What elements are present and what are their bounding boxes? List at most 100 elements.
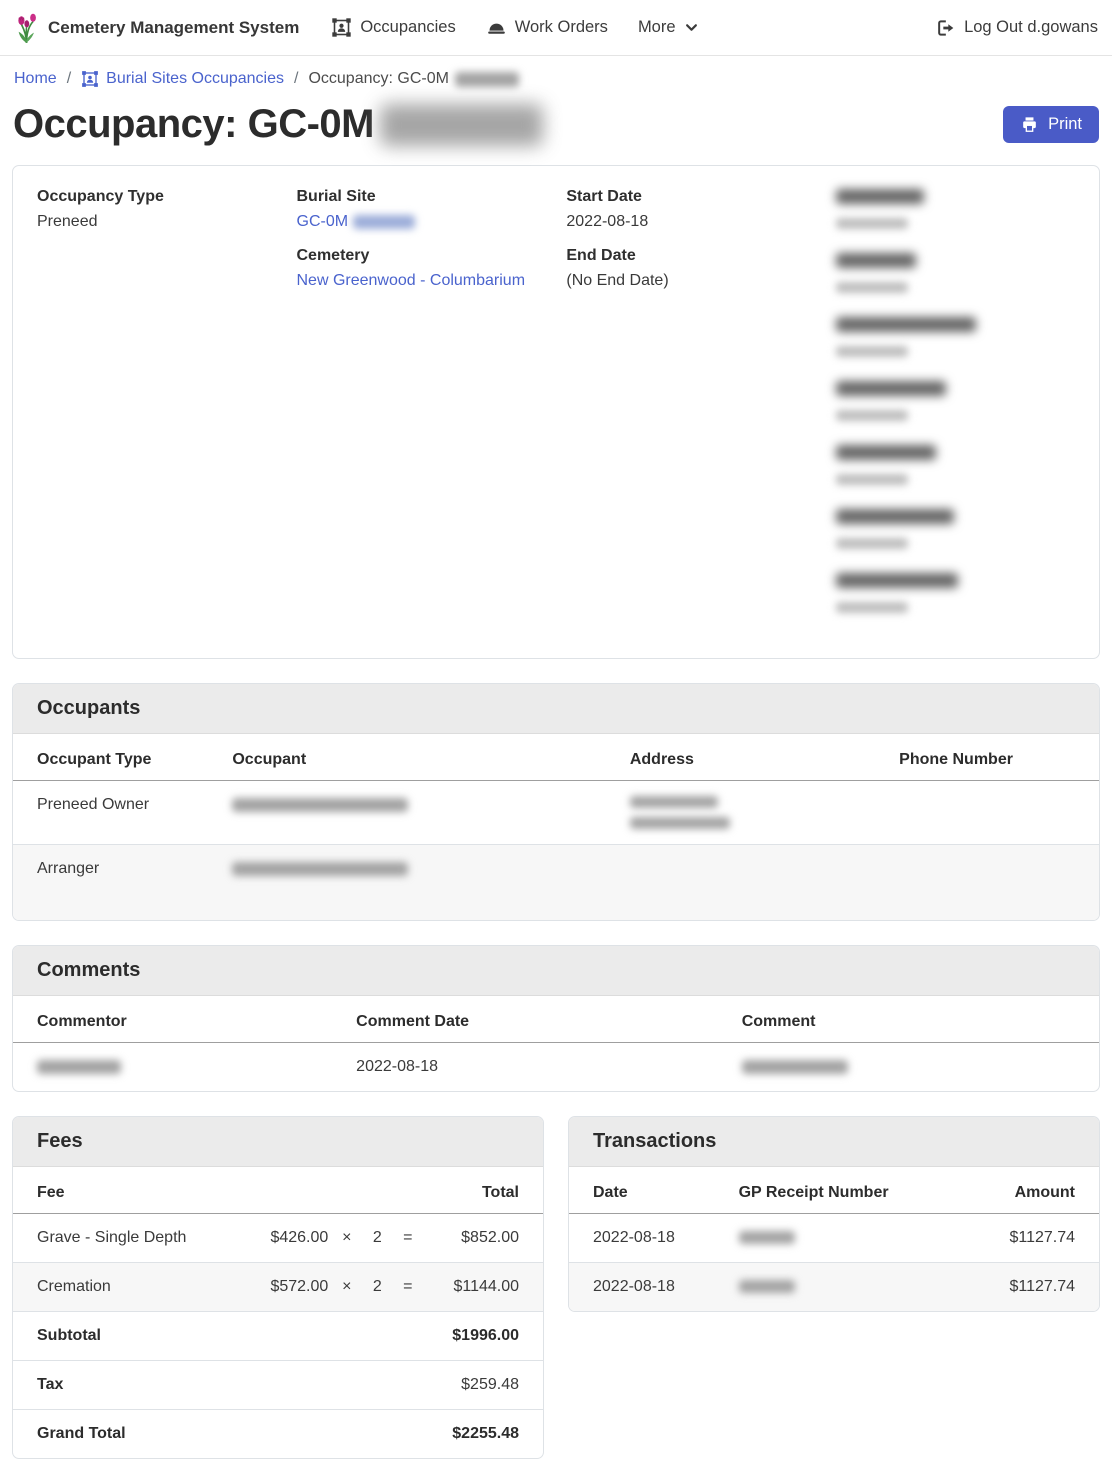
page-title: Occupancy: GC-0M xyxy=(13,102,543,147)
occupant-address-cell xyxy=(630,845,899,921)
fee-equals-cell: = xyxy=(397,1263,426,1312)
transactions-table: Date GP Receipt Number Amount 2022-08-18… xyxy=(569,1167,1099,1311)
print-button-label: Print xyxy=(1048,115,1082,134)
hard-hat-icon xyxy=(486,17,507,38)
end-date-label: End Date xyxy=(566,247,836,265)
redacted-burial-site-id xyxy=(353,215,415,229)
transactions-card-title: Transactions xyxy=(569,1117,1099,1167)
fee-times-cell: × xyxy=(336,1214,365,1263)
occupant-name-cell xyxy=(232,845,629,921)
breadcrumb-occupancies-link[interactable]: Burial Sites Occupancies xyxy=(81,70,284,88)
redacted-field xyxy=(836,252,1075,297)
comments-card-title: Comments xyxy=(13,946,1099,996)
redacted-receipt-number xyxy=(739,1231,795,1244)
redacted-receipt-number xyxy=(739,1280,795,1293)
chevron-down-icon xyxy=(684,20,699,35)
field-start-date: Start Date 2022-08-18 xyxy=(566,188,836,231)
redacted-commentor xyxy=(37,1060,121,1074)
occupancy-type-label: Occupancy Type xyxy=(37,188,297,206)
col-phone-number: Phone Number xyxy=(899,734,1099,781)
detail-col-3: Start Date 2022-08-18 End Date (No End D… xyxy=(566,188,836,306)
start-date-value: 2022-08-18 xyxy=(566,213,836,231)
redacted-field-label xyxy=(836,509,954,524)
print-button[interactable]: Print xyxy=(1003,106,1099,143)
col-occupant-type: Occupant Type xyxy=(13,734,232,781)
bottom-section: Fees Fee Total Grave - Single Depth $426… xyxy=(0,1116,1112,1483)
tulip-logo-icon xyxy=(14,11,40,45)
transaction-row: 2022-08-18 $1127.74 xyxy=(569,1214,1099,1263)
redacted-field-value xyxy=(836,474,908,485)
occupant-row: Preneed Owner xyxy=(13,781,1099,845)
fee-row: Cremation $572.00 × 2 = $1144.00 xyxy=(13,1263,543,1312)
subtotal-label: Subtotal xyxy=(13,1312,246,1361)
redacted-field-value xyxy=(836,282,908,293)
fee-equals-cell: = xyxy=(397,1214,426,1263)
logout-label: Log Out d.gowans xyxy=(964,18,1098,37)
col-address: Address xyxy=(630,734,899,781)
fee-total-cell: $1144.00 xyxy=(426,1263,543,1312)
comments-card: Comments Commentor Comment Date Comment … xyxy=(12,945,1100,1092)
occupant-phone-cell xyxy=(899,845,1099,921)
breadcrumb-home-link[interactable]: Home xyxy=(14,70,57,88)
field-occupancy-type: Occupancy Type Preneed xyxy=(37,188,297,231)
fee-row: Grave - Single Depth $426.00 × 2 = $852.… xyxy=(13,1214,543,1263)
fees-card: Fees Fee Total Grave - Single Depth $426… xyxy=(12,1116,544,1459)
redacted-field xyxy=(836,572,1075,617)
fee-name-cell: Grave - Single Depth xyxy=(13,1214,246,1263)
occupant-type-cell: Preneed Owner xyxy=(13,781,232,845)
redacted-field-label xyxy=(836,253,916,268)
cemetery-link[interactable]: New Greenwood - Columbarium xyxy=(297,272,526,289)
redacted-field-value xyxy=(836,410,908,421)
burial-site-link[interactable]: GC-0M xyxy=(297,213,415,230)
breadcrumb-current: Occupancy: GC-0M xyxy=(308,70,518,88)
nav-item-work-orders[interactable]: Work Orders xyxy=(486,17,608,38)
transactions-card: Transactions Date GP Receipt Number Amou… xyxy=(568,1116,1100,1312)
redacted-field xyxy=(836,444,1075,489)
transaction-row: 2022-08-18 $1127.74 xyxy=(569,1263,1099,1312)
breadcrumb-separator: / xyxy=(67,70,71,88)
fee-qty-cell: 2 xyxy=(365,1214,397,1263)
fee-times-cell: × xyxy=(336,1263,365,1312)
commentor-cell xyxy=(13,1043,356,1092)
occupant-row: Arranger xyxy=(13,845,1099,921)
redacted-field-label xyxy=(836,381,946,396)
fee-total-cell: $852.00 xyxy=(426,1214,543,1263)
redacted-field-label xyxy=(836,317,976,332)
app-brand[interactable]: Cemetery Management System xyxy=(14,11,299,45)
col-fee-total: Total xyxy=(426,1167,543,1214)
field-burial-site: Burial Site GC-0M xyxy=(297,188,567,231)
col-amount: Amount xyxy=(956,1167,1099,1214)
col-date: Date xyxy=(569,1167,739,1214)
fee-price-cell: $572.00 xyxy=(246,1263,336,1312)
breadcrumb: Home / Burial Sites Occupancies / Occupa… xyxy=(0,56,1112,94)
comments-table: Commentor Comment Date Comment 2022-08-1… xyxy=(13,996,1099,1091)
redacted-field xyxy=(836,380,1075,425)
cemetery-label: Cemetery xyxy=(297,247,567,265)
transaction-receipt-cell xyxy=(739,1214,956,1263)
occupant-phone-cell xyxy=(899,781,1099,845)
occupancy-frame-icon xyxy=(81,70,99,88)
occupancy-type-value: Preneed xyxy=(37,213,297,231)
start-date-label: Start Date xyxy=(566,188,836,206)
redacted-field-value xyxy=(836,602,908,613)
occupant-address-cell xyxy=(630,781,899,845)
page-header: Occupancy: GC-0M Print xyxy=(0,94,1112,165)
nav-item-occupancies[interactable]: Occupancies xyxy=(331,17,455,38)
app-title: Cemetery Management System xyxy=(48,18,299,38)
logout-button[interactable]: Log Out d.gowans xyxy=(935,18,1098,38)
nav-item-more[interactable]: More xyxy=(638,18,699,37)
transaction-date-cell: 2022-08-18 xyxy=(569,1263,739,1312)
fees-table: Fee Total Grave - Single Depth $426.00 ×… xyxy=(13,1167,543,1458)
grand-total-label: Grand Total xyxy=(13,1410,246,1459)
redacted-title-id xyxy=(380,104,543,146)
occupancy-frame-icon xyxy=(331,17,352,38)
comments-header-row: Commentor Comment Date Comment xyxy=(13,996,1099,1043)
col-comment: Comment xyxy=(742,996,1099,1043)
breadcrumb-current-label: Occupancy: GC-0M xyxy=(308,70,448,88)
tax-label: Tax xyxy=(13,1361,246,1410)
col-occupant: Occupant xyxy=(232,734,629,781)
transaction-amount-cell: $1127.74 xyxy=(956,1263,1099,1312)
col-fee: Fee xyxy=(13,1167,246,1214)
top-navbar: Cemetery Management System Occupancies xyxy=(0,0,1112,56)
occupants-card-title: Occupants xyxy=(13,684,1099,734)
